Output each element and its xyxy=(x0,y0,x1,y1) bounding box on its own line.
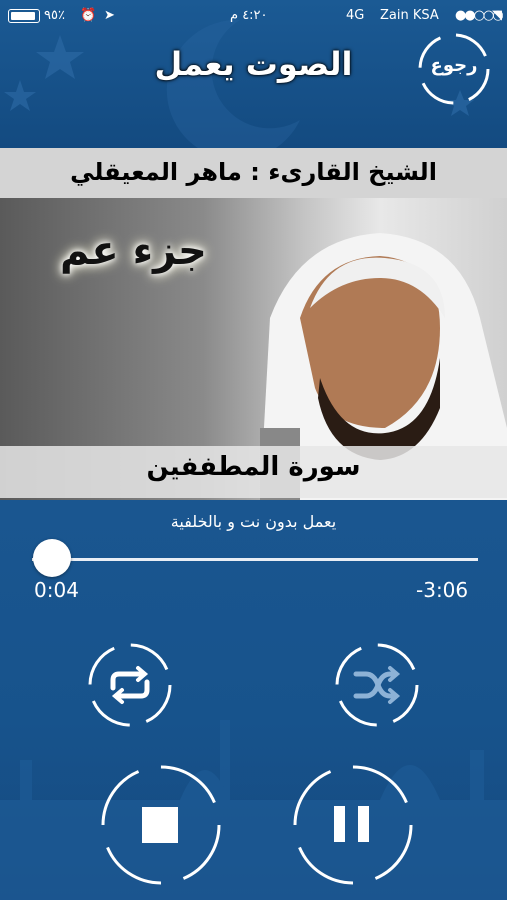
remaining-time: -3:06 xyxy=(416,578,469,602)
status-bar: ٩٥٪ ⏰ ➤ ٤:٢٠ م 4G Zain KSA ●●○○○ ◥ xyxy=(0,0,507,32)
network-type: 4G xyxy=(346,8,365,23)
reciter-banner: الشيخ القارىء : ماهر المعيقلي xyxy=(0,148,507,198)
pause-icon xyxy=(334,806,369,842)
back-button-label[interactable]: رجوع xyxy=(415,55,493,76)
repeat-button[interactable] xyxy=(85,640,175,730)
surah-title: سورة المطففين xyxy=(146,452,361,482)
battery-icon xyxy=(8,9,40,23)
location-icon: ➤ xyxy=(104,8,115,23)
player-subtitle: يعمل بدون نت و بالخلفية xyxy=(170,512,337,531)
progress-track[interactable] xyxy=(50,558,478,561)
shuffle-button[interactable] xyxy=(332,640,422,730)
progress-thumb[interactable] xyxy=(33,539,71,577)
stop-icon xyxy=(142,807,178,843)
pause-button[interactable] xyxy=(288,760,418,890)
repeat-icon xyxy=(110,666,150,704)
shuffle-icon xyxy=(353,666,401,704)
stop-button[interactable] xyxy=(96,760,226,890)
wifi-icon: ◥ xyxy=(492,8,502,23)
elapsed-time: 0:04 xyxy=(34,578,79,602)
alarm-icon: ⏰ xyxy=(80,8,97,23)
clock: ٤:٢٠ م xyxy=(230,8,268,23)
juz-label: جزء عم xyxy=(60,228,207,274)
battery-level: ٩٥٪ xyxy=(44,8,65,23)
carrier: Zain KSA xyxy=(380,8,439,23)
